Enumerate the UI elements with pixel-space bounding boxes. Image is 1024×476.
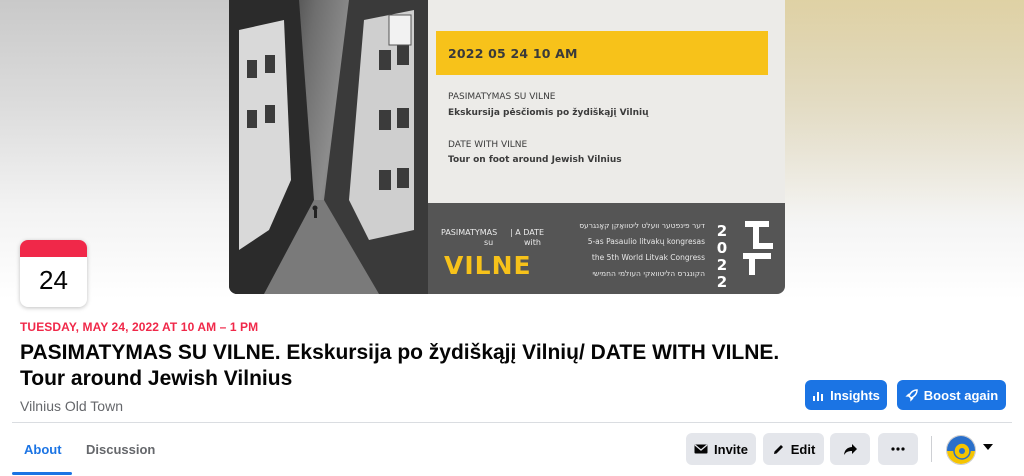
event-datetime: TUESDAY, MAY 24, 2022 AT 10 AM – 1 PM (20, 320, 259, 334)
envelope-icon (694, 444, 708, 454)
boost-again-button[interactable]: Boost again (897, 380, 1006, 410)
cover-lt-heading: PASIMATYMAS SU VILNE (448, 92, 556, 102)
active-tab-indicator (12, 472, 72, 475)
congress-lt: 5-as Pasaulio litvakų kongresas (587, 237, 705, 246)
calendar-day: 24 (39, 265, 68, 295)
cover-date-bar: 2022 05 24 10 AM (436, 31, 768, 75)
edit-label: Edit (790, 441, 816, 457)
more-dots-icon (891, 447, 905, 451)
chevron-down-icon[interactable] (983, 444, 993, 451)
cover-en-subheading: Tour on foot around Jewish Vilnius (448, 155, 622, 165)
more-options-button[interactable] (878, 433, 918, 465)
bar-chart-icon (813, 391, 824, 401)
cover-year: 2 0 2 2 (716, 222, 728, 291)
share-arrow-icon (843, 443, 857, 455)
congress-hebrew: הקונגרס הליטוואקי העולמי החמישי (592, 269, 705, 278)
cover-right-label-2: with (524, 238, 541, 247)
page-avatar[interactable] (946, 435, 976, 465)
rocket-icon (905, 389, 918, 402)
boost-label: Boost again (923, 387, 999, 403)
event-title: PASIMATYMAS SU VILNE. Ekskursija po žydi… (20, 341, 780, 390)
cover-lt-subheading: Ekskursija pėsčiomis po žydiškąjį Vilnių (448, 108, 649, 118)
cover-logo-word: VILNE (444, 251, 532, 280)
cover-info-panel: 2022 05 24 10 AM PASIMATYMAS SU VILNE Ek… (428, 0, 785, 203)
cover-en-heading: DATE WITH VILNE (448, 140, 528, 150)
cover-left-label-1: PASIMATYMAS (441, 228, 498, 237)
calendar-header (20, 240, 87, 257)
cover-left-label-2: su (484, 238, 494, 247)
tabs-divider (12, 422, 1012, 423)
edit-button[interactable]: Edit (763, 433, 824, 465)
congress-en: the 5th World Litvak Congress (591, 253, 705, 262)
tab-about[interactable]: About (24, 442, 62, 457)
event-location[interactable]: Vilnius Old Town (20, 398, 123, 414)
street-photo (229, 0, 428, 294)
share-button[interactable] (830, 433, 870, 465)
invite-label: Invite (714, 441, 748, 457)
event-date-calendar-icon: 24 (20, 240, 87, 307)
pencil-icon (773, 444, 783, 454)
invite-button[interactable]: Invite (686, 433, 756, 465)
litvak-congress-logo-icon (743, 221, 773, 275)
congress-yiddish: דער פינפטער וועלט ליטוואַקן קאָנגרעס (579, 221, 705, 230)
insights-button[interactable]: Insights (805, 380, 887, 410)
action-separator (931, 436, 932, 462)
event-cover-image[interactable]: 2022 05 24 10 AM PASIMATYMAS SU VILNE Ek… (229, 0, 785, 294)
insights-label: Insights (830, 387, 880, 403)
tab-discussion[interactable]: Discussion (86, 442, 155, 457)
cover-footer-band: PASIMATYMAS su | A DATE with VILNE דער פ… (428, 203, 785, 294)
cover-right-label-1: | A DATE (510, 228, 545, 237)
